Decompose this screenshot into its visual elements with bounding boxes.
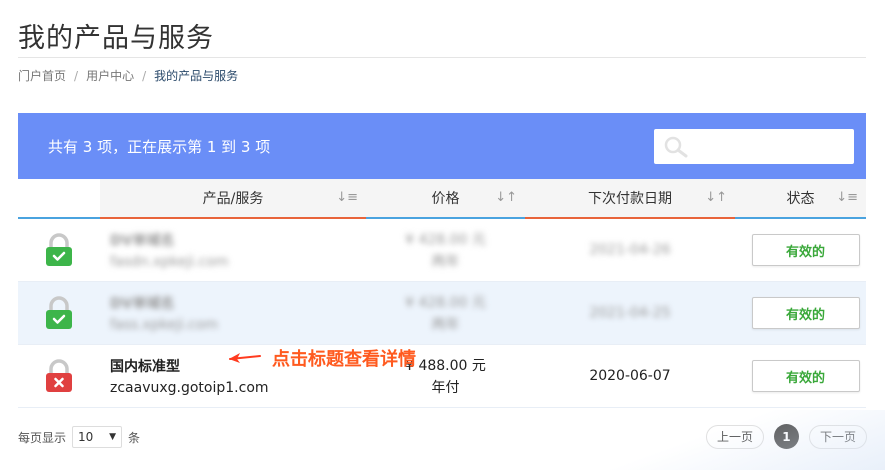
products-panel: 共有 3 项，正在展示第 1 到 3 项 产品/服务 ↓≡ 价格 ↓↑ 下次付款… [18, 113, 866, 409]
column-header-label: 价格 [431, 191, 460, 207]
breadcrumb-separator: / [142, 68, 147, 83]
table-row[interactable]: 国内标准型 zcaavuxg.gotoip1.com ¥ 488.00 元 年付… [18, 345, 866, 408]
product-domain: fass.xpkeji.com [110, 317, 219, 333]
column-header-product[interactable]: 产品/服务 ↓≡ [100, 179, 366, 219]
status-button[interactable]: 有效的 [751, 234, 860, 266]
lock-check-icon [46, 296, 72, 329]
next-due-cell: 2021-04-26 [525, 219, 735, 281]
per-page-value: 10 [78, 430, 94, 444]
next-due-date: 2021-04-25 [589, 305, 671, 321]
per-page-control: 每页显示 10 ▼ 条 [18, 426, 140, 448]
column-header-status[interactable]: 状态 ↓≡ [735, 179, 866, 217]
column-header-price[interactable]: 价格 ↓↑ [366, 179, 525, 217]
breadcrumb-user-center[interactable]: 用户中心 [86, 67, 134, 84]
sort-desc-icon: ↓≡ [336, 190, 358, 205]
column-header-label: 产品/服务 [202, 191, 264, 207]
per-page-prefix: 每页显示 [18, 430, 67, 445]
billing-cycle: 年付 [431, 380, 460, 396]
price: ¥ 488.00 元 [405, 358, 486, 374]
next-due-cell: 2021-04-25 [525, 282, 735, 344]
table-row[interactable]: DV单域名 fass.xpkeji.com ¥ 428.00 元 两年 2021… [18, 282, 866, 345]
arrow-left-icon [229, 353, 261, 363]
product-name[interactable]: 国内标准型 [110, 356, 180, 376]
next-page-button[interactable]: 下一页 [808, 424, 867, 449]
title-divider [18, 57, 866, 58]
next-due-date: 2021-04-26 [589, 242, 671, 258]
table-header: 产品/服务 ↓≡ 价格 ↓↑ 下次付款日期 ↓↑ 状态 ↓≡ [18, 179, 866, 219]
prev-page-button[interactable]: 上一页 [705, 424, 764, 449]
breadcrumb: 门户首页 / 用户中心 / 我的产品与服务 [18, 67, 238, 84]
search-input[interactable] [694, 128, 844, 164]
price: ¥ 428.00 元 [405, 232, 486, 248]
search-box[interactable] [654, 128, 854, 164]
column-header-label: 下次付款日期 [588, 191, 672, 207]
product-domain: zcaavuxg.gotoip1.com [110, 380, 269, 396]
breadcrumb-home[interactable]: 门户首页 [18, 67, 66, 84]
product-domain: fasdn.xpkeji.com [110, 254, 229, 270]
product-cell: DV单域名 fass.xpkeji.com [100, 282, 366, 344]
annotation-text: 点击标题查看详情 [272, 349, 416, 370]
product-name[interactable]: DV单域名 [110, 230, 174, 250]
status-button[interactable]: 有效的 [751, 297, 860, 329]
next-due-cell: 2020-06-07 [525, 345, 735, 407]
billing-cycle: 两年 [431, 254, 460, 270]
column-header-next-due[interactable]: 下次付款日期 ↓↑ [525, 179, 735, 219]
sort-icon: ↓↑ [495, 190, 517, 205]
lock-cell [18, 345, 100, 407]
price-cell: ¥ 428.00 元 两年 [366, 282, 525, 344]
status-button[interactable]: 有效的 [751, 360, 860, 392]
product-cell: DV单域名 fasdn.xpkeji.com [100, 219, 366, 281]
breadcrumb-separator: / [74, 68, 79, 83]
per-page-select[interactable]: 10 ▼ [72, 426, 123, 448]
lock-cell [18, 219, 100, 281]
product-name[interactable]: DV单域名 [110, 293, 174, 313]
page-number-current[interactable]: 1 [773, 424, 799, 449]
table-row[interactable]: DV单域名 fasdn.xpkeji.com ¥ 428.00 元 两年 202… [18, 219, 866, 282]
price: ¥ 428.00 元 [405, 295, 486, 311]
panel-header: 共有 3 项，正在展示第 1 到 3 项 [18, 113, 866, 179]
status-cell: 有效的 [735, 219, 866, 281]
status-cell: 有效的 [735, 282, 866, 344]
lock-cell [18, 282, 100, 344]
help-annotation: 点击标题查看详情 [228, 345, 416, 371]
page-title: 我的产品与服务 [18, 23, 214, 54]
search-icon [664, 136, 688, 157]
sort-desc-icon: ↓≡ [836, 190, 858, 205]
lock-check-icon [46, 233, 72, 266]
lock-x-icon [46, 359, 72, 392]
per-page-suffix: 条 [128, 430, 141, 445]
status-cell: 有效的 [735, 345, 866, 407]
caret-down-icon: ▼ [109, 432, 117, 442]
billing-cycle: 两年 [431, 317, 460, 333]
sort-icon: ↓↑ [705, 190, 727, 205]
pagination: 上一页 1 下一页 [705, 424, 867, 449]
price-cell: ¥ 428.00 元 两年 [366, 219, 525, 281]
column-header-icon [18, 179, 100, 217]
breadcrumb-current: 我的产品与服务 [154, 69, 239, 83]
next-due-date: 2020-06-07 [589, 368, 671, 384]
column-header-label: 状态 [786, 191, 815, 207]
table-summary: 共有 3 项，正在展示第 1 到 3 项 [48, 137, 271, 156]
